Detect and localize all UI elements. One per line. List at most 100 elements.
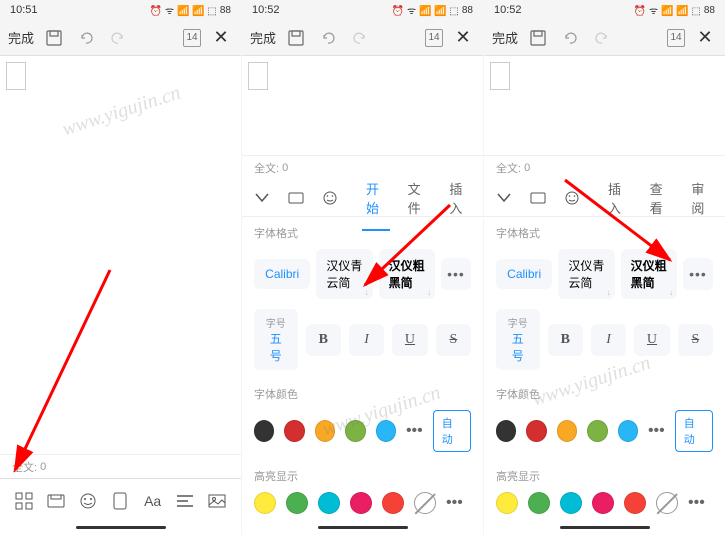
tablet-icon[interactable] [108, 489, 132, 513]
collapse-icon[interactable] [250, 186, 274, 210]
font-calibri[interactable]: Calibri [254, 259, 310, 289]
home-indicator [76, 526, 166, 529]
tab-review[interactable]: 审阅 [685, 175, 717, 221]
image-icon[interactable] [205, 489, 229, 513]
font-color-section: 字体颜色 ••• 自动 [484, 378, 725, 460]
color-swatch[interactable] [254, 492, 276, 514]
document-area[interactable] [242, 56, 483, 155]
page-indicator[interactable]: 14 [667, 29, 685, 47]
close-icon[interactable]: ✕ [451, 26, 475, 50]
page-indicator[interactable]: 14 [425, 29, 443, 47]
color-swatch[interactable] [254, 420, 274, 442]
font-calibri[interactable]: Calibri [496, 259, 552, 289]
strike-button[interactable]: S [436, 324, 471, 356]
status-icons: ⏰ ᯤ 📶 📶 ⬚88 [150, 3, 231, 17]
status-icons: ⏰ ᯤ 📶 📶 ⬚88 [392, 3, 473, 17]
font-size-chip[interactable]: 字号 五号 [254, 309, 298, 370]
save-icon[interactable] [526, 26, 550, 50]
keyboard-icon[interactable] [526, 186, 550, 210]
undo-icon[interactable] [316, 26, 340, 50]
panel-tabs: 插入 查看 审阅 [484, 179, 725, 217]
more-colors[interactable]: ••• [688, 494, 705, 512]
more-colors[interactable]: ••• [648, 422, 665, 440]
color-swatch[interactable] [557, 420, 577, 442]
tab-start[interactable]: 开始 [360, 175, 392, 221]
panel-tabs: 开始 文件 插入 [242, 179, 483, 217]
tab-file[interactable]: 文件 [402, 175, 434, 221]
section-title: 字体颜色 [254, 386, 471, 402]
color-swatch[interactable] [284, 420, 304, 442]
more-fonts[interactable]: ••• [441, 258, 471, 290]
done-button[interactable]: 完成 [492, 28, 518, 47]
tab-insert[interactable]: 插入 [443, 175, 475, 221]
color-swatch[interactable] [376, 420, 396, 442]
color-swatch[interactable] [350, 492, 372, 514]
tab-view[interactable]: 查看 [644, 175, 676, 221]
font-hanyi1[interactable]: 汉仪青云简↓ [558, 249, 614, 299]
color-swatch[interactable] [496, 420, 516, 442]
bold-button[interactable]: B [306, 324, 341, 356]
font-hanyi2[interactable]: 汉仪粗黑简↓ [621, 249, 677, 299]
keyboard-icon[interactable] [284, 186, 308, 210]
bold-button[interactable]: B [548, 324, 583, 356]
font-hanyi1[interactable]: 汉仪青云简↓ [316, 249, 372, 299]
color-swatch[interactable] [624, 492, 646, 514]
font-icon[interactable]: Aa [141, 489, 165, 513]
underline-button[interactable]: U [392, 324, 427, 356]
color-swatch[interactable] [526, 420, 546, 442]
color-swatch[interactable] [382, 492, 404, 514]
done-button[interactable]: 完成 [250, 28, 276, 47]
no-highlight[interactable] [414, 492, 436, 514]
undo-icon[interactable] [558, 26, 582, 50]
close-icon[interactable]: ✕ [693, 26, 717, 50]
more-fonts[interactable]: ••• [683, 258, 713, 290]
color-swatch[interactable] [528, 492, 550, 514]
save-icon[interactable] [284, 26, 308, 50]
color-swatch[interactable] [315, 420, 335, 442]
italic-button[interactable]: I [349, 324, 384, 356]
color-swatch[interactable] [318, 492, 340, 514]
redo-icon[interactable] [106, 26, 130, 50]
no-highlight[interactable] [656, 492, 678, 514]
color-swatch[interactable] [496, 492, 518, 514]
keyboard-icon[interactable] [44, 489, 68, 513]
color-swatch[interactable] [560, 492, 582, 514]
color-swatch[interactable] [345, 420, 365, 442]
more-colors[interactable]: ••• [446, 494, 463, 512]
highlight-section: 高亮显示 ••• [484, 460, 725, 522]
font-hanyi2[interactable]: 汉仪粗黑简↓ [379, 249, 435, 299]
align-icon[interactable] [173, 489, 197, 513]
redo-icon[interactable] [590, 26, 614, 50]
close-icon[interactable]: ✕ [209, 26, 233, 50]
section-title: 字体格式 [254, 225, 471, 241]
underline-button[interactable]: U [634, 324, 669, 356]
strike-button[interactable]: S [678, 324, 713, 356]
highlight-section: 高亮显示 ••• [242, 460, 483, 522]
page-indicator[interactable]: 14 [183, 29, 201, 47]
redo-icon[interactable] [348, 26, 372, 50]
italic-button[interactable]: I [591, 324, 626, 356]
grid-icon[interactable] [12, 489, 36, 513]
word-count: 全文: 0 [0, 454, 241, 478]
status-bar: 10:52 ⏰ ᯤ 📶 📶 ⬚88 [484, 0, 725, 20]
auto-color-button[interactable]: 自动 [433, 410, 471, 452]
collapse-icon[interactable] [492, 186, 516, 210]
emoji-icon[interactable] [318, 186, 342, 210]
color-swatch[interactable] [618, 420, 638, 442]
document-area[interactable] [0, 56, 241, 454]
undo-icon[interactable] [74, 26, 98, 50]
tab-insert[interactable]: 插入 [602, 175, 634, 221]
more-colors[interactable]: ••• [406, 422, 423, 440]
save-icon[interactable] [42, 26, 66, 50]
auto-color-button[interactable]: 自动 [675, 410, 713, 452]
section-title: 高亮显示 [496, 468, 713, 484]
home-indicator [560, 526, 650, 529]
color-swatch[interactable] [587, 420, 607, 442]
done-button[interactable]: 完成 [8, 28, 34, 47]
font-size-chip[interactable]: 字号 五号 [496, 309, 540, 370]
emoji-icon[interactable] [560, 186, 584, 210]
document-area[interactable] [484, 56, 725, 155]
color-swatch[interactable] [286, 492, 308, 514]
emoji-icon[interactable] [76, 489, 100, 513]
color-swatch[interactable] [592, 492, 614, 514]
